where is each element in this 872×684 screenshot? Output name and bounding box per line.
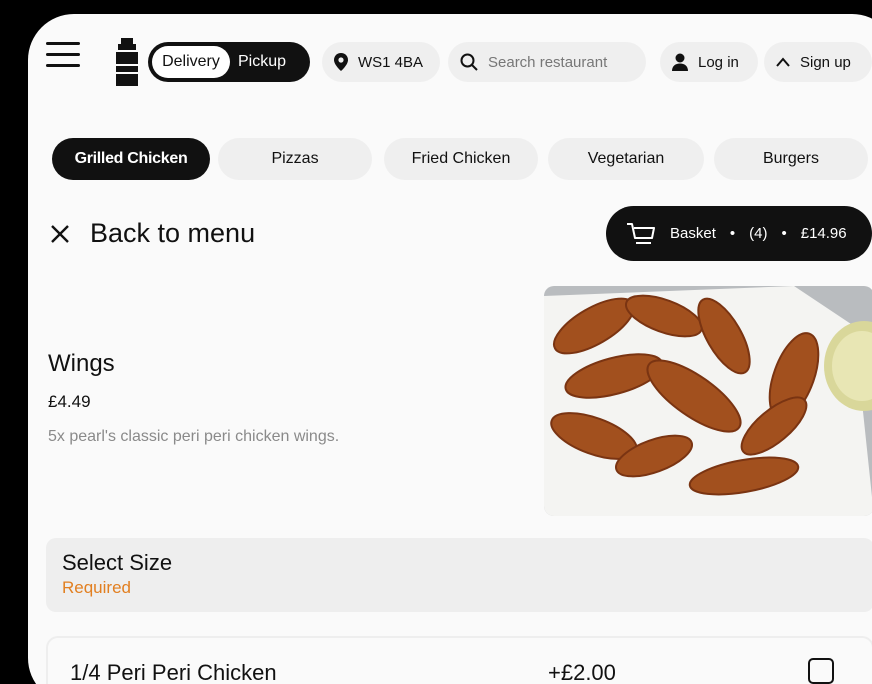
select-size-section: Select Size Required: [46, 538, 872, 612]
basket-label: Basket: [670, 225, 716, 242]
tab-grilled-chicken[interactable]: Grilled Chicken: [52, 138, 210, 180]
close-icon: [51, 224, 69, 243]
size-option-row[interactable]: 1/4 Peri Peri Chicken +£2.00: [46, 636, 872, 684]
app-frame: Delivery Pickup WS1 4BA Search restauran…: [28, 14, 872, 684]
item-description: 5x pearl's classic peri peri chicken win…: [48, 428, 340, 445]
tab-vegetarian[interactable]: Vegetarian: [548, 138, 704, 180]
option-name: 1/4 Peri Peri Chicken: [70, 660, 277, 684]
size-section-title: Select Size: [62, 550, 173, 575]
menu-icon[interactable]: [46, 42, 80, 70]
top-bar: Delivery Pickup WS1 4BA Search restauran…: [28, 14, 872, 114]
cart-icon: [627, 222, 655, 244]
tab-pizzas[interactable]: Pizzas: [218, 138, 372, 180]
signup-label: Sign up: [800, 53, 851, 71]
dot-separator: •: [729, 225, 736, 242]
option-checkbox[interactable]: [808, 658, 834, 684]
search-icon: [460, 53, 478, 71]
basket-button[interactable]: Basket • (4) • £14.96: [606, 206, 872, 261]
user-icon: [672, 53, 688, 71]
item-title: Wings: [48, 350, 115, 377]
option-price: +£2.00: [548, 660, 616, 684]
login-label: Log in: [698, 53, 739, 71]
location-pin-icon: [334, 53, 348, 71]
delivery-option[interactable]: Delivery: [152, 46, 230, 78]
basket-total: £14.96: [800, 225, 847, 242]
pickup-option[interactable]: Pickup: [238, 42, 286, 82]
category-tabs: Grilled Chicken Pizzas Fried Chicken Veg…: [28, 138, 872, 180]
basket-count: (4): [749, 225, 768, 242]
required-label: Required: [62, 578, 131, 597]
back-label: Back to menu: [90, 218, 256, 248]
search-input[interactable]: Search restaurant: [448, 42, 646, 82]
search-placeholder: Search restaurant: [488, 53, 608, 71]
tab-burgers[interactable]: Burgers: [714, 138, 868, 180]
location-button[interactable]: WS1 4BA: [322, 42, 440, 82]
item-price: £4.49: [48, 392, 91, 411]
back-to-menu-button[interactable]: Back to menu: [50, 218, 255, 249]
chicken-wings-image: [544, 286, 872, 516]
location-label: WS1 4BA: [358, 53, 424, 71]
dot-separator: •: [781, 225, 787, 242]
chevron-up-icon: [776, 57, 790, 67]
delivery-pickup-toggle[interactable]: Delivery Pickup: [148, 42, 310, 82]
tab-fried-chicken[interactable]: Fried Chicken: [384, 138, 538, 180]
login-button[interactable]: Log in: [660, 42, 758, 82]
bag-logo-icon[interactable]: [114, 38, 140, 86]
signup-button[interactable]: Sign up: [764, 42, 872, 82]
